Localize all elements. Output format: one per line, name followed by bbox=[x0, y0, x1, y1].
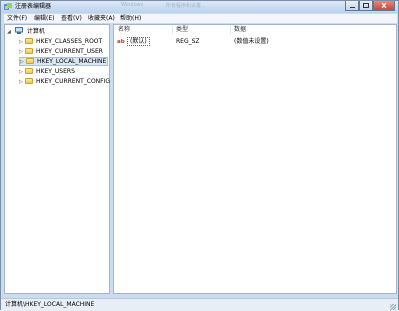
tree-item-hkey-current-user[interactable]: ▷ HKEY_CURRENT_USER bbox=[19, 47, 103, 56]
value-data: (数值未设置) bbox=[234, 38, 269, 45]
folder-icon bbox=[25, 48, 33, 54]
value-type: REG_SZ bbox=[176, 38, 200, 45]
window-title: 注册表编辑器 bbox=[15, 3, 52, 10]
close-button[interactable] bbox=[373, 1, 395, 11]
minimize-icon bbox=[350, 7, 355, 8]
menu-favorites[interactable]: 收藏夹(A) bbox=[88, 14, 115, 23]
values-pane[interactable]: 名称 类型 数据 ab (默认) REG_SZ (数值未设置) bbox=[113, 24, 397, 294]
menu-bar: 文件(F) 编辑(E) 查看(V) 收藏夹(A) 帮助(H) bbox=[4, 14, 397, 23]
svg-text:ab: ab bbox=[117, 39, 125, 44]
menu-edit[interactable]: 编辑(E) bbox=[34, 14, 54, 23]
folder-icon bbox=[25, 38, 33, 44]
maximize-button[interactable] bbox=[359, 1, 373, 11]
tree-item-hkey-users[interactable]: ▷ HKEY_USERS bbox=[19, 67, 75, 76]
title-bar[interactable]: Windows 所有程序和设置... 注册表编辑器 bbox=[1, 1, 398, 13]
column-divider[interactable] bbox=[230, 26, 231, 34]
tree-label: HKEY_CLASSES_ROOT bbox=[36, 38, 103, 45]
column-header-type[interactable]: 类型 bbox=[176, 25, 188, 35]
tree-pane[interactable]: ◢ 计算机 ▷ HKEY_CLASSES_ROOT ▷ HKEY_CURRENT_U… bbox=[4, 24, 110, 294]
column-header-name[interactable]: 名称 bbox=[118, 25, 130, 35]
tree-item-hkey-current-config[interactable]: ▷ HKEY_CURRENT_CONFIG bbox=[19, 77, 110, 86]
folder-icon bbox=[26, 58, 34, 64]
tree-label: HKEY_CURRENT_USER bbox=[36, 48, 103, 55]
menu-help[interactable]: 帮助(H) bbox=[120, 14, 141, 23]
menu-view[interactable]: 查看(V) bbox=[61, 14, 82, 23]
background-window-title: Windows bbox=[121, 2, 144, 8]
background-window-text: 所有程序和设置... bbox=[166, 3, 206, 9]
collapse-icon[interactable]: ◢ bbox=[7, 28, 13, 37]
tree-label: HKEY_LOCAL_MACHINE bbox=[37, 58, 107, 65]
ab-string-icon: ab bbox=[117, 37, 126, 45]
menu-file[interactable]: 文件(F) bbox=[7, 14, 27, 23]
column-header-data[interactable]: 数据 bbox=[234, 25, 246, 35]
folder-icon bbox=[25, 68, 33, 74]
tree-item-computer[interactable]: ◢ 计算机 bbox=[7, 27, 45, 36]
registry-editor-window: Windows 所有程序和设置... 注册表编辑器 文件(F) 编辑(E) 查看… bbox=[0, 0, 399, 311]
computer-icon bbox=[14, 27, 23, 34]
column-divider[interactable] bbox=[172, 26, 173, 34]
resize-grip-icon[interactable] bbox=[390, 304, 396, 310]
regedit-icon bbox=[4, 3, 12, 10]
value-name: (默认) bbox=[127, 37, 150, 46]
tree-label: HKEY_CURRENT_CONFIG bbox=[36, 78, 111, 85]
minimize-button[interactable] bbox=[345, 1, 359, 11]
maximize-icon bbox=[363, 3, 369, 8]
close-icon bbox=[381, 2, 387, 9]
tree-item-hkey-local-machine[interactable]: ▷ HKEY_LOCAL_MACHINE bbox=[19, 57, 108, 66]
tree-label: HKEY_USERS bbox=[36, 68, 75, 75]
tree-item-hkey-classes-root[interactable]: ▷ HKEY_CLASSES_ROOT bbox=[19, 37, 102, 46]
tree-label: 计算机 bbox=[26, 28, 45, 35]
status-path: 计算机\HKEY_LOCAL_MACHINE bbox=[5, 301, 95, 308]
status-bar: 计算机\HKEY_LOCAL_MACHINE bbox=[1, 298, 398, 311]
folder-icon bbox=[25, 78, 33, 84]
value-name-cell[interactable]: ab (默认) bbox=[117, 37, 150, 46]
